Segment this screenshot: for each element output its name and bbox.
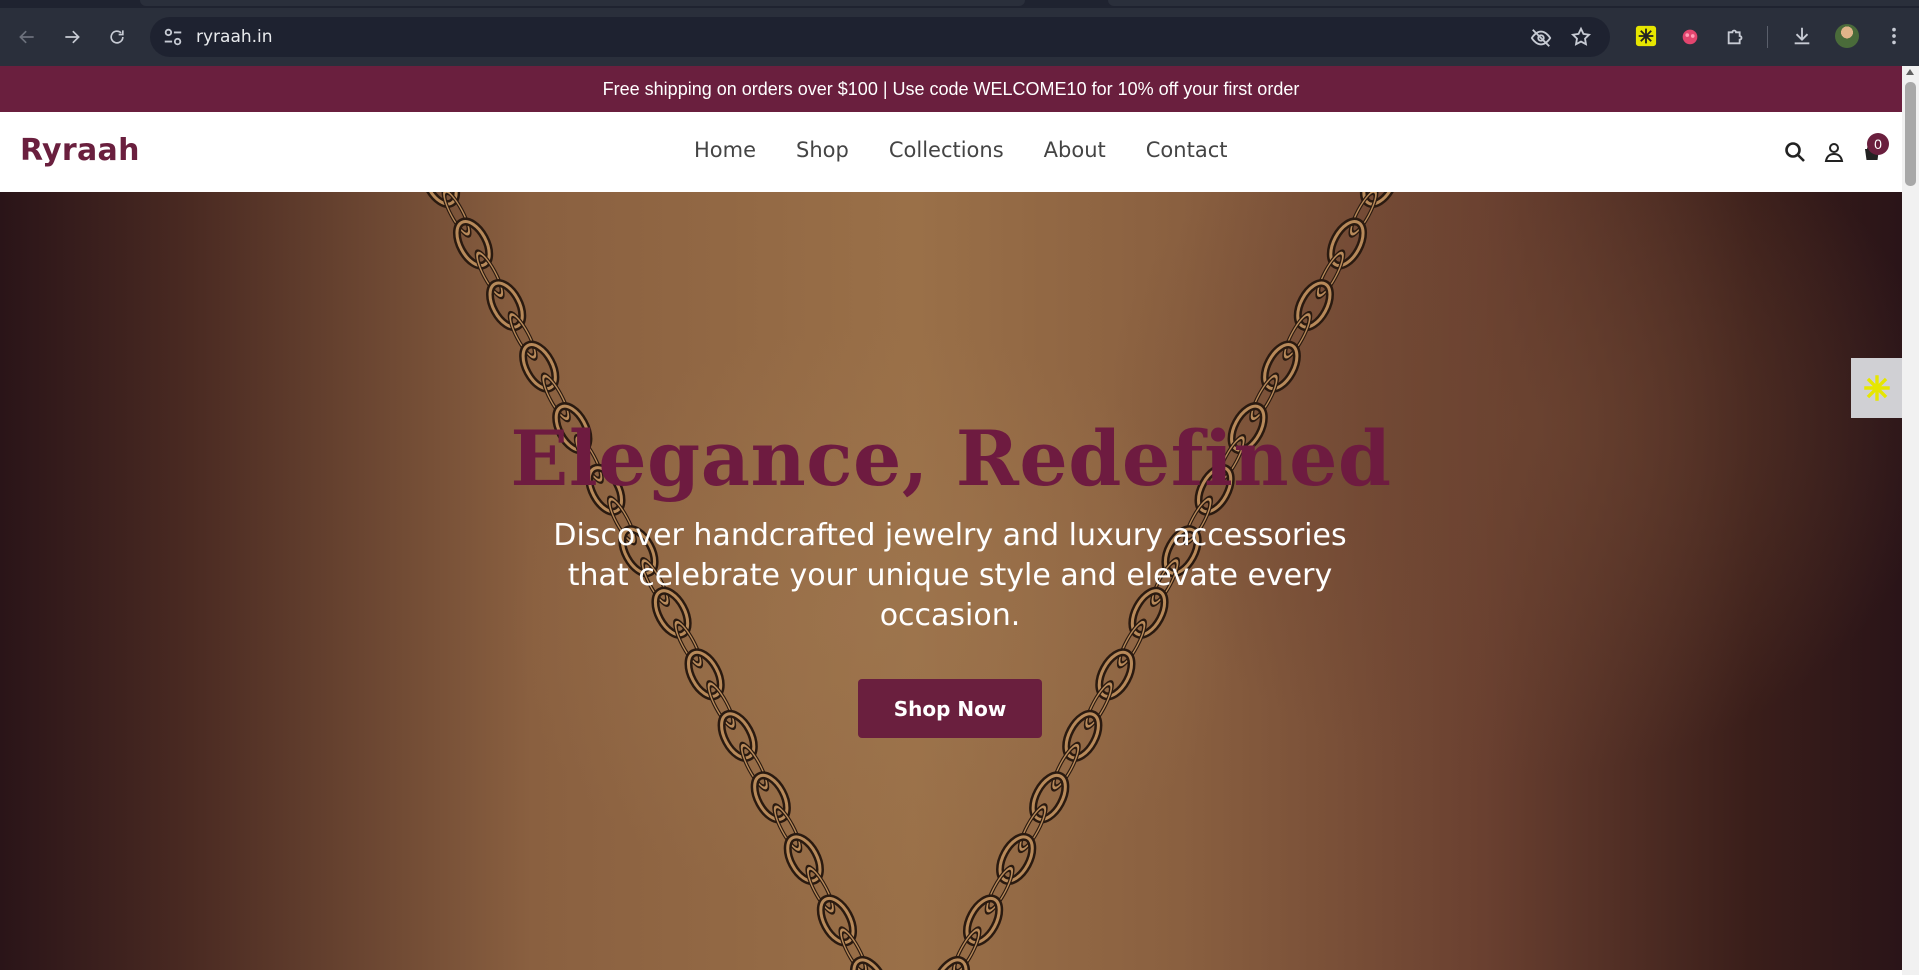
cart-count-badge: 0 [1867,133,1889,155]
nav-collections[interactable]: Collections [889,138,1004,162]
shop-now-button[interactable]: Shop Now [858,679,1042,738]
browser-toolbar: ryraah.in [0,0,1919,66]
tab-active[interactable] [140,0,1025,6]
extension-brain-icon[interactable] [1678,24,1702,48]
arrow-left-icon [19,30,34,44]
back-button[interactable] [12,22,42,52]
address-bar[interactable]: ryraah.in [150,17,1610,57]
scroll-up-arrow[interactable] [1906,69,1914,75]
hero-title: Elegance, Redefined [510,414,1392,503]
arrow-right-icon [65,30,80,44]
hero-subtitle: Discover handcrafted jewelry and luxury … [553,518,1347,633]
forward-button[interactable] [57,22,87,52]
download-icon[interactable] [1790,24,1814,48]
puzzle-icon[interactable] [1724,24,1748,48]
nav-about[interactable]: About [1044,138,1106,162]
star-icon[interactable] [1570,26,1592,48]
url-text[interactable]: ryraah.in [196,27,273,47]
nav-contact[interactable]: Contact [1146,138,1228,162]
reload-icon [110,30,124,44]
tab-strip [0,0,1919,8]
reload-button[interactable] [102,22,132,52]
site-logo[interactable]: Ryraah [20,133,140,168]
main-nav: Home Shop Collections About Contact [694,138,1267,162]
nav-shop[interactable]: Shop [796,138,849,162]
account-icon[interactable] [1822,140,1848,166]
search-icon[interactable] [1783,140,1809,166]
page-scrollbar[interactable] [1902,66,1919,975]
toolbar-separator [1767,26,1768,48]
announcement-bar: Free shipping on orders over $100 | Use … [0,66,1902,112]
hero-bottom-edge [0,970,1902,975]
tab-inactive[interactable] [1108,0,1919,6]
floating-asterisk-widget[interactable] [1851,358,1902,418]
scrollbar-thumb[interactable] [1905,82,1916,186]
site-header: Ryraah Home Shop Collections About Conta… [0,112,1902,192]
hero-banner: Elegance, Redefined Discover handcrafted… [0,192,1902,970]
nav-home[interactable]: Home [694,138,756,162]
eye-off-icon[interactable] [1530,27,1552,49]
kebab-menu-icon[interactable] [1882,24,1906,48]
tune-icon[interactable] [162,26,184,48]
profile-avatar[interactable] [1835,24,1859,48]
extension-asterisk-icon[interactable] [1634,24,1658,48]
page-viewport: Free shipping on orders over $100 | Use … [0,66,1902,975]
announcement-text: Free shipping on orders over $100 | Use … [602,78,1300,99]
asterisk-icon [1863,375,1890,401]
